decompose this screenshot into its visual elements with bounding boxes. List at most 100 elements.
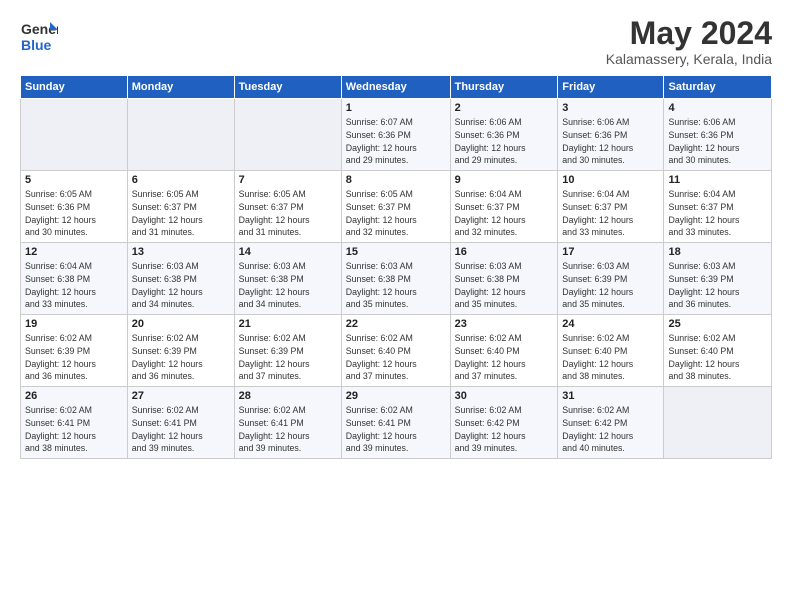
day-number: 26 xyxy=(25,390,123,402)
day-info: Sunrise: 6:06 AM Sunset: 6:36 PM Dayligh… xyxy=(668,116,767,167)
day-number: 27 xyxy=(132,390,230,402)
table-cell xyxy=(21,99,128,171)
day-info: Sunrise: 6:02 AM Sunset: 6:39 PM Dayligh… xyxy=(25,332,123,383)
day-info: Sunrise: 6:07 AM Sunset: 6:36 PM Dayligh… xyxy=(346,116,446,167)
table-cell: 9 Sunrise: 6:04 AM Sunset: 6:37 PM Daylig… xyxy=(450,171,558,243)
table-cell xyxy=(234,99,341,171)
day-info: Sunrise: 6:06 AM Sunset: 6:36 PM Dayligh… xyxy=(455,116,554,167)
week-row-2: 5 Sunrise: 6:05 AM Sunset: 6:36 PM Daylig… xyxy=(21,171,772,243)
day-info: Sunrise: 6:02 AM Sunset: 6:39 PM Dayligh… xyxy=(132,332,230,383)
table-cell: 2Sunrise: 6:06 AM Sunset: 6:36 PM Daylig… xyxy=(450,99,558,171)
table-cell: 12 Sunrise: 6:04 AM Sunset: 6:38 PM Dayli… xyxy=(21,243,128,315)
day-info: Sunrise: 6:05 AM Sunset: 6:36 PM Dayligh… xyxy=(25,188,123,239)
day-number: 23 xyxy=(455,318,554,330)
day-info: Sunrise: 6:02 AM Sunset: 6:41 PM Dayligh… xyxy=(25,404,123,455)
table-cell: 13Sunrise: 6:03 AM Sunset: 6:38 PM Dayli… xyxy=(127,243,234,315)
day-info: Sunrise: 6:02 AM Sunset: 6:41 PM Dayligh… xyxy=(239,404,337,455)
table-cell: 11 Sunrise: 6:04 AM Sunset: 6:37 PM Dayli… xyxy=(664,171,772,243)
day-info: Sunrise: 6:05 AM Sunset: 6:37 PM Dayligh… xyxy=(346,188,446,239)
day-number: 3 xyxy=(562,102,659,114)
day-number: 19 xyxy=(25,318,123,330)
week-row-4: 19 Sunrise: 6:02 AM Sunset: 6:39 PM Dayli… xyxy=(21,315,772,387)
table-cell: 21Sunrise: 6:02 AM Sunset: 6:39 PM Dayli… xyxy=(234,315,341,387)
day-info: Sunrise: 6:04 AM Sunset: 6:38 PM Dayligh… xyxy=(25,260,123,311)
day-number: 24 xyxy=(562,318,659,330)
day-info: Sunrise: 6:03 AM Sunset: 6:38 PM Dayligh… xyxy=(346,260,446,311)
day-info: Sunrise: 6:02 AM Sunset: 6:40 PM Dayligh… xyxy=(346,332,446,383)
day-info: Sunrise: 6:02 AM Sunset: 6:40 PM Dayligh… xyxy=(562,332,659,383)
day-number: 5 xyxy=(25,174,123,186)
col-tuesday: Tuesday xyxy=(234,76,341,99)
day-number: 31 xyxy=(562,390,659,402)
day-info: Sunrise: 6:03 AM Sunset: 6:38 PM Dayligh… xyxy=(132,260,230,311)
table-cell: 16Sunrise: 6:03 AM Sunset: 6:38 PM Dayli… xyxy=(450,243,558,315)
table-cell: 3 Sunrise: 6:06 AM Sunset: 6:36 PM Daylig… xyxy=(558,99,664,171)
table-cell: 4 Sunrise: 6:06 AM Sunset: 6:36 PM Daylig… xyxy=(664,99,772,171)
table-cell: 31 Sunrise: 6:02 AM Sunset: 6:42 PM Dayli… xyxy=(558,387,664,459)
table-cell xyxy=(664,387,772,459)
table-cell: 19 Sunrise: 6:02 AM Sunset: 6:39 PM Dayli… xyxy=(21,315,128,387)
col-sunday: Sunday xyxy=(21,76,128,99)
page: General Blue May 2024 Kalamassery, Keral… xyxy=(0,0,792,612)
table-cell: 27 Sunrise: 6:02 AM Sunset: 6:41 PM Dayli… xyxy=(127,387,234,459)
day-number: 15 xyxy=(346,246,446,258)
header: General Blue May 2024 Kalamassery, Keral… xyxy=(20,16,772,67)
calendar-table: Sunday Monday Tuesday Wednesday Thursday… xyxy=(20,75,772,459)
day-info: Sunrise: 6:04 AM Sunset: 6:37 PM Dayligh… xyxy=(562,188,659,239)
table-cell: 14Sunrise: 6:03 AM Sunset: 6:38 PM Dayli… xyxy=(234,243,341,315)
day-number: 17 xyxy=(562,246,659,258)
logo: General Blue xyxy=(20,16,58,54)
table-cell: 6Sunrise: 6:05 AM Sunset: 6:37 PM Daylig… xyxy=(127,171,234,243)
day-number: 4 xyxy=(668,102,767,114)
logo-icon: General Blue xyxy=(20,16,58,54)
week-row-5: 26 Sunrise: 6:02 AM Sunset: 6:41 PM Dayli… xyxy=(21,387,772,459)
day-info: Sunrise: 6:04 AM Sunset: 6:37 PM Dayligh… xyxy=(668,188,767,239)
col-saturday: Saturday xyxy=(664,76,772,99)
calendar-header-row: Sunday Monday Tuesday Wednesday Thursday… xyxy=(21,76,772,99)
table-cell: 24 Sunrise: 6:02 AM Sunset: 6:40 PM Dayli… xyxy=(558,315,664,387)
week-row-1: 1 Sunrise: 6:07 AM Sunset: 6:36 PM Daylig… xyxy=(21,99,772,171)
day-number: 28 xyxy=(239,390,337,402)
table-cell: 18Sunrise: 6:03 AM Sunset: 6:39 PM Dayli… xyxy=(664,243,772,315)
col-thursday: Thursday xyxy=(450,76,558,99)
day-number: 7 xyxy=(239,174,337,186)
day-number: 25 xyxy=(668,318,767,330)
title-area: May 2024 Kalamassery, Kerala, India xyxy=(606,16,772,67)
table-cell: 28 Sunrise: 6:02 AM Sunset: 6:41 PM Dayli… xyxy=(234,387,341,459)
day-number: 1 xyxy=(346,102,446,114)
table-cell: 29Sunrise: 6:02 AM Sunset: 6:41 PM Dayli… xyxy=(341,387,450,459)
day-number: 11 xyxy=(668,174,767,186)
svg-text:Blue: Blue xyxy=(21,37,52,53)
table-cell: 22 Sunrise: 6:02 AM Sunset: 6:40 PM Dayli… xyxy=(341,315,450,387)
day-info: Sunrise: 6:03 AM Sunset: 6:38 PM Dayligh… xyxy=(455,260,554,311)
table-cell: 25Sunrise: 6:02 AM Sunset: 6:40 PM Dayli… xyxy=(664,315,772,387)
table-cell: 5 Sunrise: 6:05 AM Sunset: 6:36 PM Daylig… xyxy=(21,171,128,243)
day-info: Sunrise: 6:03 AM Sunset: 6:38 PM Dayligh… xyxy=(239,260,337,311)
day-number: 10 xyxy=(562,174,659,186)
table-cell: 15 Sunrise: 6:03 AM Sunset: 6:38 PM Dayli… xyxy=(341,243,450,315)
day-info: Sunrise: 6:04 AM Sunset: 6:37 PM Dayligh… xyxy=(455,188,554,239)
table-cell: 23 Sunrise: 6:02 AM Sunset: 6:40 PM Dayli… xyxy=(450,315,558,387)
day-info: Sunrise: 6:02 AM Sunset: 6:42 PM Dayligh… xyxy=(562,404,659,455)
day-info: Sunrise: 6:05 AM Sunset: 6:37 PM Dayligh… xyxy=(239,188,337,239)
logo-area: General Blue xyxy=(20,16,58,54)
table-cell: 17Sunrise: 6:03 AM Sunset: 6:39 PM Dayli… xyxy=(558,243,664,315)
day-info: Sunrise: 6:02 AM Sunset: 6:40 PM Dayligh… xyxy=(455,332,554,383)
day-number: 22 xyxy=(346,318,446,330)
day-info: Sunrise: 6:02 AM Sunset: 6:39 PM Dayligh… xyxy=(239,332,337,383)
col-friday: Friday xyxy=(558,76,664,99)
day-number: 20 xyxy=(132,318,230,330)
col-wednesday: Wednesday xyxy=(341,76,450,99)
day-info: Sunrise: 6:02 AM Sunset: 6:41 PM Dayligh… xyxy=(132,404,230,455)
day-number: 8 xyxy=(346,174,446,186)
day-info: Sunrise: 6:03 AM Sunset: 6:39 PM Dayligh… xyxy=(668,260,767,311)
day-number: 30 xyxy=(455,390,554,402)
day-number: 12 xyxy=(25,246,123,258)
day-number: 9 xyxy=(455,174,554,186)
table-cell: 7 Sunrise: 6:05 AM Sunset: 6:37 PM Daylig… xyxy=(234,171,341,243)
day-number: 29 xyxy=(346,390,446,402)
day-info: Sunrise: 6:06 AM Sunset: 6:36 PM Dayligh… xyxy=(562,116,659,167)
week-row-3: 12 Sunrise: 6:04 AM Sunset: 6:38 PM Dayli… xyxy=(21,243,772,315)
day-info: Sunrise: 6:05 AM Sunset: 6:37 PM Dayligh… xyxy=(132,188,230,239)
table-cell: 8 Sunrise: 6:05 AM Sunset: 6:37 PM Daylig… xyxy=(341,171,450,243)
